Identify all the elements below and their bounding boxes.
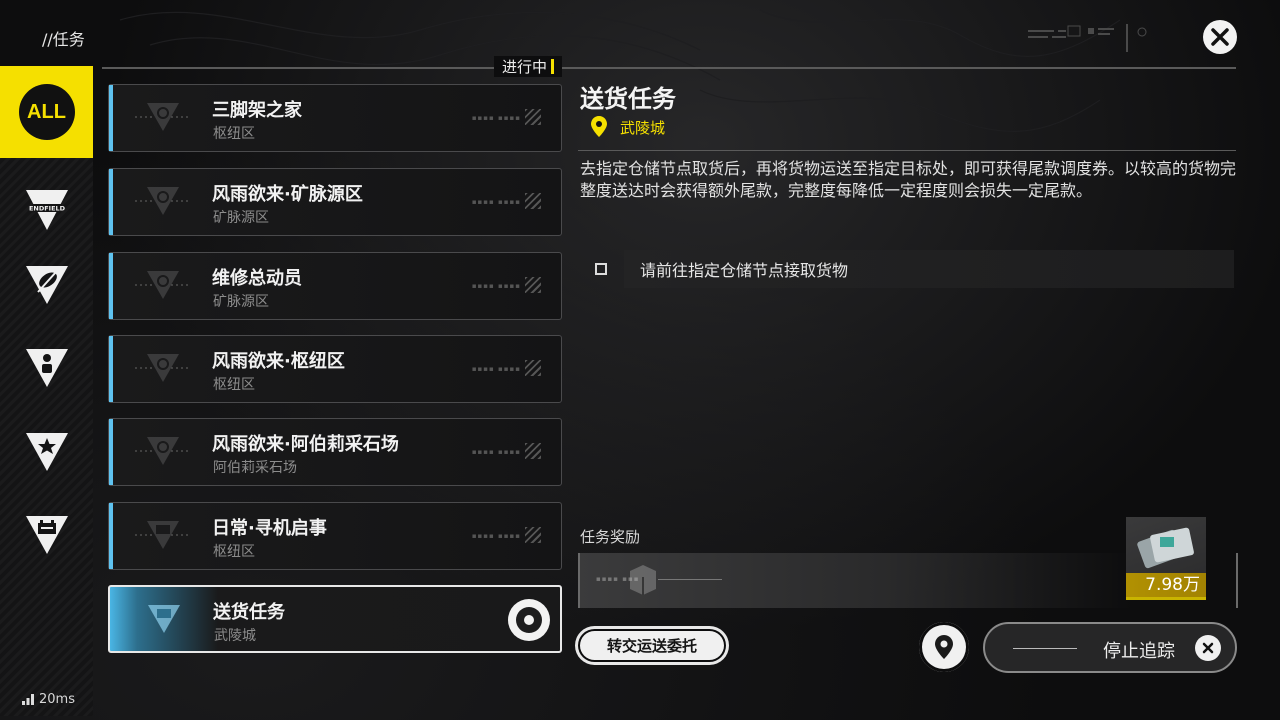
voucher-icon [1137,527,1194,569]
location-name: 武陵城 [620,118,666,137]
mission-code-decoration: ▪▪▪▪ ▪▪▪▪ [471,114,521,122]
mission-card[interactable]: 风雨欲来·枢纽区 枢纽区 ▪▪▪▪ ▪▪▪▪ [108,335,562,403]
objective-text: 请前往指定仓储节点接取货物 [624,250,1234,288]
category-sidebar: ALL ENDFIELD [0,66,93,716]
mission-region: 武陵城 [214,628,256,644]
mission-emblem-icon [135,437,191,465]
signal-icon [22,694,34,705]
mission-code-decoration: ▪▪▪▪ ▪▪▪▪ [471,448,521,456]
stop-tracking-line-decoration [1013,648,1077,649]
person-icon [25,349,68,387]
mission-region: 枢纽区 [213,377,255,393]
svg-text:ENDFIELD: ENDFIELD [28,205,65,213]
objective-row: 请前往指定仓储节点接取货物 [578,250,1234,288]
mission-emblem-icon [148,605,180,633]
close-button[interactable] [1203,20,1237,54]
mission-title: 送货任务 [213,602,285,623]
mission-card[interactable]: 风雨欲来·矿脉源区 矿脉源区 ▪▪▪▪ ▪▪▪▪ [108,168,562,236]
mission-emblem-icon [135,354,191,382]
mission-region: 枢纽区 [213,126,255,142]
all-badge: ALL [18,84,75,140]
mission-card[interactable]: 维修总动员 矿脉源区 ▪▪▪▪ ▪▪▪▪ [108,252,562,320]
mission-code-decoration: ▪▪▪▪ ▪▪▪▪ [471,365,521,373]
hatch-decoration [525,193,541,209]
category-feather[interactable] [0,249,93,321]
endfield-icon: ENDFIELD [25,190,68,230]
detail-description: 去指定仓储节点取货后，再将货物运送至指定目标处，即可获得尾款调度券。以较高的货物… [580,159,1237,200]
hatch-decoration [525,109,541,125]
reward-label: 任务奖励 [580,528,641,546]
mission-card[interactable]: 三脚架之家 枢纽区 ▪▪▪▪ ▪▪▪▪ [108,84,562,152]
status-text: 进行中 [502,58,548,76]
mission-card[interactable]: 日常·寻机启事 枢纽区 ▪▪▪▪ ▪▪▪▪ [108,502,562,570]
mission-emblem-icon [135,521,191,549]
mission-code-decoration: ▪▪▪▪ ▪▪▪▪ [471,282,521,290]
category-all[interactable]: ALL [0,66,93,158]
detail-location: 武陵城 [590,115,665,139]
mission-title: 风雨欲来·阿伯莉采石场 [212,434,399,455]
battery-icon [25,516,68,554]
category-battery[interactable] [0,499,93,571]
category-endfield[interactable]: ENDFIELD [0,174,93,246]
mission-code-decoration: ▪▪▪▪ ▪▪▪▪ [471,532,521,540]
ping-value: 20ms [39,692,75,707]
hatch-decoration [525,277,541,293]
network-status: 20ms [22,692,75,707]
reward-item[interactable]: 7.98万 [1126,517,1206,600]
status-filter-label: 进行中 [494,56,563,77]
status-marker [551,59,555,74]
mission-card-selected[interactable]: 送货任务 武陵城 [108,585,562,653]
transfer-delivery-button[interactable]: 转交运送委托 [578,629,726,662]
mission-title: 维修总动员 [212,268,302,289]
mission-region: 枢纽区 [213,544,255,560]
map-locate-button[interactable] [919,622,969,672]
category-person[interactable] [0,332,93,404]
close-icon [1211,28,1229,46]
hud-decoration [1028,24,1158,58]
mission-title: 日常·寻机启事 [212,518,327,539]
breadcrumb: //任务 [42,30,85,49]
mission-code-decoration: ▪▪▪▪ ▪▪▪▪ [471,198,521,206]
objective-checkbox [595,263,607,275]
header-divider [102,67,1236,69]
mission-title: 风雨欲来·矿脉源区 [212,184,363,205]
feather-icon [25,266,68,304]
hatch-decoration [525,527,541,543]
reward-bar-end [1236,553,1238,608]
crate-icon [630,565,656,595]
location-pin-icon [591,116,607,137]
detail-divider [578,150,1236,151]
mission-card[interactable]: 风雨欲来·阿伯莉采石场 阿伯莉采石场 ▪▪▪▪ ▪▪▪▪ [108,418,562,486]
map-pin-icon [935,635,953,659]
mission-emblem-icon [135,103,191,131]
stop-tracking-button[interactable]: 停止追踪 [983,622,1237,673]
hatch-decoration [525,443,541,459]
mission-title: 风雨欲来·枢纽区 [212,351,345,372]
tracking-target-icon [508,599,550,641]
mission-title: 三脚架之家 [212,100,302,121]
reward-bar: ▪▪▪▪ ▪▪▪ [578,553,1132,608]
reward-arrow-decoration [658,579,722,580]
category-star[interactable] [0,416,93,488]
mission-region: 阿伯莉采石场 [213,460,297,476]
close-icon [1195,635,1221,661]
star-icon [25,433,68,471]
hatch-decoration [525,360,541,376]
mission-emblem-icon [135,187,191,215]
mission-region: 矿脉源区 [213,294,269,310]
stop-tracking-label: 停止追踪 [1103,641,1175,662]
detail-title: 送货任务 [580,85,676,113]
mission-region: 矿脉源区 [213,210,269,226]
mission-emblem-icon [135,271,191,299]
reward-quantity: 7.98万 [1126,573,1206,597]
